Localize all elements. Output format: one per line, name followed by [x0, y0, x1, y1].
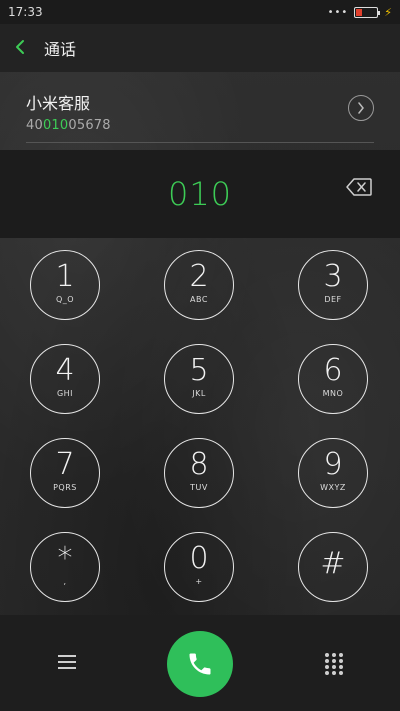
- page-title: 通话: [44, 40, 77, 59]
- key-0[interactable]: 0 +: [164, 532, 234, 602]
- key-5[interactable]: 5 JKL: [164, 344, 234, 414]
- key-letters: TUV: [190, 483, 208, 492]
- menu-icon[interactable]: [58, 655, 76, 669]
- key-letters: Q_O: [55, 295, 75, 304]
- divider: [26, 142, 374, 143]
- key-digit: 7: [55, 447, 75, 482]
- key-letters: WXYZ: [320, 483, 346, 492]
- suggested-contact[interactable]: 小米客服 4001005678: [0, 72, 400, 150]
- key-letters: DEF: [324, 295, 342, 304]
- key-letters: +: [195, 577, 203, 586]
- status-time: 17:33: [8, 5, 43, 19]
- signal-dots-icon: •••: [327, 6, 349, 18]
- key-digit: 5: [189, 353, 209, 388]
- key-digit: 0: [189, 541, 209, 576]
- key-hash[interactable]: #: [298, 532, 368, 602]
- bottom-bar: [0, 615, 400, 711]
- key-6[interactable]: 6 MNO: [298, 344, 368, 414]
- dial-keypad: 1 Q_O 2 ABC 3 DEF 4 GHI 5 JKL 6 MNO 7 PQRS 8 TUV…: [30, 250, 370, 602]
- dialed-number: 010: [167, 175, 233, 213]
- dialpad-icon[interactable]: [325, 653, 343, 675]
- key-7[interactable]: 7 PQRS: [30, 438, 100, 508]
- key-digit: *: [57, 541, 73, 576]
- key-letters: MNO: [322, 389, 344, 398]
- key-digit: 4: [55, 353, 75, 388]
- key-9[interactable]: 9 WXYZ: [298, 438, 368, 508]
- key-letters: ,: [63, 577, 67, 586]
- number-prefix: 40: [26, 118, 43, 133]
- key-digit: 6: [323, 353, 343, 388]
- call-button[interactable]: [167, 631, 233, 697]
- key-8[interactable]: 8 TUV: [164, 438, 234, 508]
- battery-icon: [354, 6, 381, 18]
- status-indicators: ••• ⚡: [328, 6, 392, 19]
- key-digit: 2: [189, 259, 209, 294]
- charging-bolt-icon: ⚡: [384, 5, 392, 19]
- number-suffix: 05678: [68, 118, 111, 133]
- chevron-right-icon[interactable]: [348, 95, 374, 121]
- key-letters: ABC: [190, 295, 208, 304]
- key-1[interactable]: 1 Q_O: [30, 250, 100, 320]
- number-match-highlight: 010: [42, 118, 69, 133]
- key-3[interactable]: 3 DEF: [298, 250, 368, 320]
- status-bar: 17:33 ••• ⚡: [0, 0, 400, 24]
- contact-number: 4001005678: [26, 118, 374, 133]
- key-digit: 1: [55, 259, 75, 294]
- phone-icon: [189, 653, 211, 675]
- key-4[interactable]: 4 GHI: [30, 344, 100, 414]
- key-letters: GHI: [56, 389, 74, 398]
- contact-name: 小米客服: [26, 94, 91, 113]
- backspace-icon[interactable]: [346, 178, 372, 196]
- key-digit: #: [320, 545, 346, 581]
- key-letters: JKL: [192, 389, 206, 398]
- key-digit: 8: [189, 447, 209, 482]
- back-chevron-icon[interactable]: [14, 38, 40, 58]
- key-letters: PQRS: [53, 483, 77, 492]
- key-digit: 3: [323, 259, 343, 294]
- key-digit: 9: [323, 447, 343, 482]
- app-header: 通话: [0, 24, 400, 72]
- key-star[interactable]: *,: [30, 532, 100, 602]
- key-2[interactable]: 2 ABC: [164, 250, 234, 320]
- number-display: 010: [0, 150, 400, 238]
